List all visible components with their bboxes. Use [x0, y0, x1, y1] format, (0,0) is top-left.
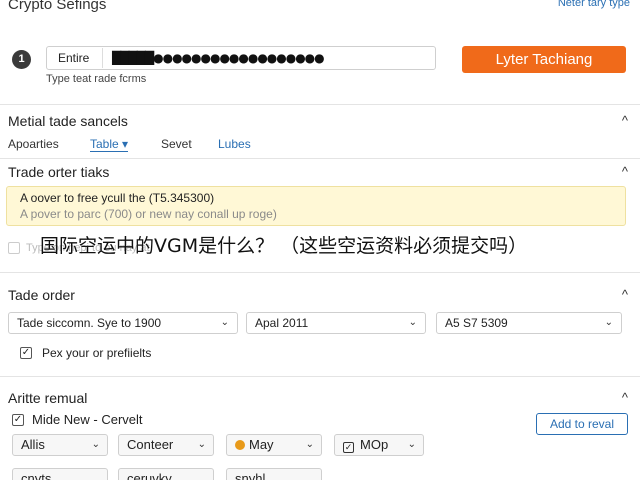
date-select[interactable]: Apal 2011 ⌄ [246, 312, 426, 334]
chevron-up-icon[interactable]: ^ [622, 113, 628, 128]
filter-label: May [249, 437, 274, 452]
api-key-masked-value[interactable]: █████●●●●●●●●●●●●●●●●●● [112, 51, 325, 65]
filter-label: Conteer [127, 437, 174, 452]
api-key-divider [102, 48, 103, 68]
divider [0, 376, 640, 377]
filter-cnyts[interactable]: cnyts [12, 468, 108, 480]
chevron-up-icon[interactable]: ^ [622, 287, 628, 302]
trade-type-select[interactable]: Tade siccomn. Sye to 1900 ⌄ [8, 312, 238, 334]
code-select[interactable]: A5 S7 5309 ⌄ [436, 312, 622, 334]
ghost-checkbox[interactable] [8, 242, 20, 254]
section-title-trade-tiaks: Trade orter tiaks [8, 164, 110, 180]
mide-new-checkbox[interactable]: ✓ [12, 414, 24, 426]
api-key-help-text: Type teat rade fcrms [46, 73, 147, 85]
notice-line-1: A oover to free ycull the (T5.345300) [20, 191, 215, 205]
tab-lubes[interactable]: Lubes [218, 137, 251, 151]
tab-table[interactable]: Table ▾ [90, 137, 128, 151]
mide-new-label: Mide New - Cervelt [32, 412, 143, 427]
chevron-down-icon: ⌄ [305, 439, 314, 450]
filter-label: MOp [360, 437, 389, 452]
chevron-down-icon: ⌄ [91, 439, 100, 450]
date-select-value: Apal 2011 [255, 316, 309, 330]
divider [0, 104, 640, 105]
api-key-label: Entire [58, 51, 90, 65]
trade-type-select-value: Tade siccomn. Sye to 1900 [17, 316, 162, 330]
chevron-down-icon: ⌄ [408, 317, 417, 328]
active-tab-underline [90, 151, 128, 152]
chevron-down-icon: ⌄ [220, 317, 229, 328]
filter-label: snyhl [235, 471, 266, 480]
filter-ceruvky[interactable]: ceruvky [118, 468, 214, 480]
top-right-link[interactable]: Neter tary type [558, 0, 630, 9]
divider [0, 272, 640, 273]
tab-apoarties[interactable]: Apoarties [8, 137, 59, 151]
tab-sevet[interactable]: Sevet [161, 137, 192, 151]
filter-mop[interactable]: ✓ MOp ⌄ [334, 434, 424, 456]
notice-line-2: A pover to parc (700) or new nay conall … [20, 207, 277, 221]
chevron-up-icon[interactable]: ^ [622, 164, 628, 179]
add-to-reval-button[interactable]: Add to reval [536, 413, 628, 435]
status-dot-icon [235, 440, 245, 450]
filter-snyhl[interactable]: snyhl [226, 468, 322, 480]
checkbox-icon: ✓ [343, 442, 354, 453]
code-select-value: A5 S7 5309 [445, 316, 508, 330]
connect-button[interactable]: Lyter Tachiang [462, 46, 626, 73]
step-number-badge: 1 [12, 50, 31, 69]
chevron-down-icon: ⌄ [407, 439, 416, 450]
section-title-trade-order: Tade order [8, 287, 75, 303]
prefs-checkbox-label: Pex your or prefiielts [42, 346, 152, 360]
divider [0, 158, 640, 159]
chevron-up-icon[interactable]: ^ [622, 390, 628, 405]
section-title-metal: Metial tade sancels [8, 113, 128, 129]
overlay-caption: 国际空运中的VGM是什么？ （这些空运资料必须提交吗） [40, 235, 528, 257]
filter-may[interactable]: May ⌄ [226, 434, 322, 456]
section-title-arrite: Aritte remual [8, 390, 88, 406]
filter-label: Allis [21, 437, 45, 452]
filter-label: cnyts [21, 471, 52, 480]
window-title: Crypto Sefings [8, 0, 107, 13]
chevron-down-icon: ⌄ [604, 317, 613, 328]
prefs-checkbox[interactable]: ✓ [20, 347, 32, 359]
filter-label: ceruvky [127, 471, 172, 480]
filter-conteer[interactable]: Conteer ⌄ [118, 434, 214, 456]
chevron-down-icon: ⌄ [197, 439, 206, 450]
filter-allis[interactable]: Allis ⌄ [12, 434, 108, 456]
